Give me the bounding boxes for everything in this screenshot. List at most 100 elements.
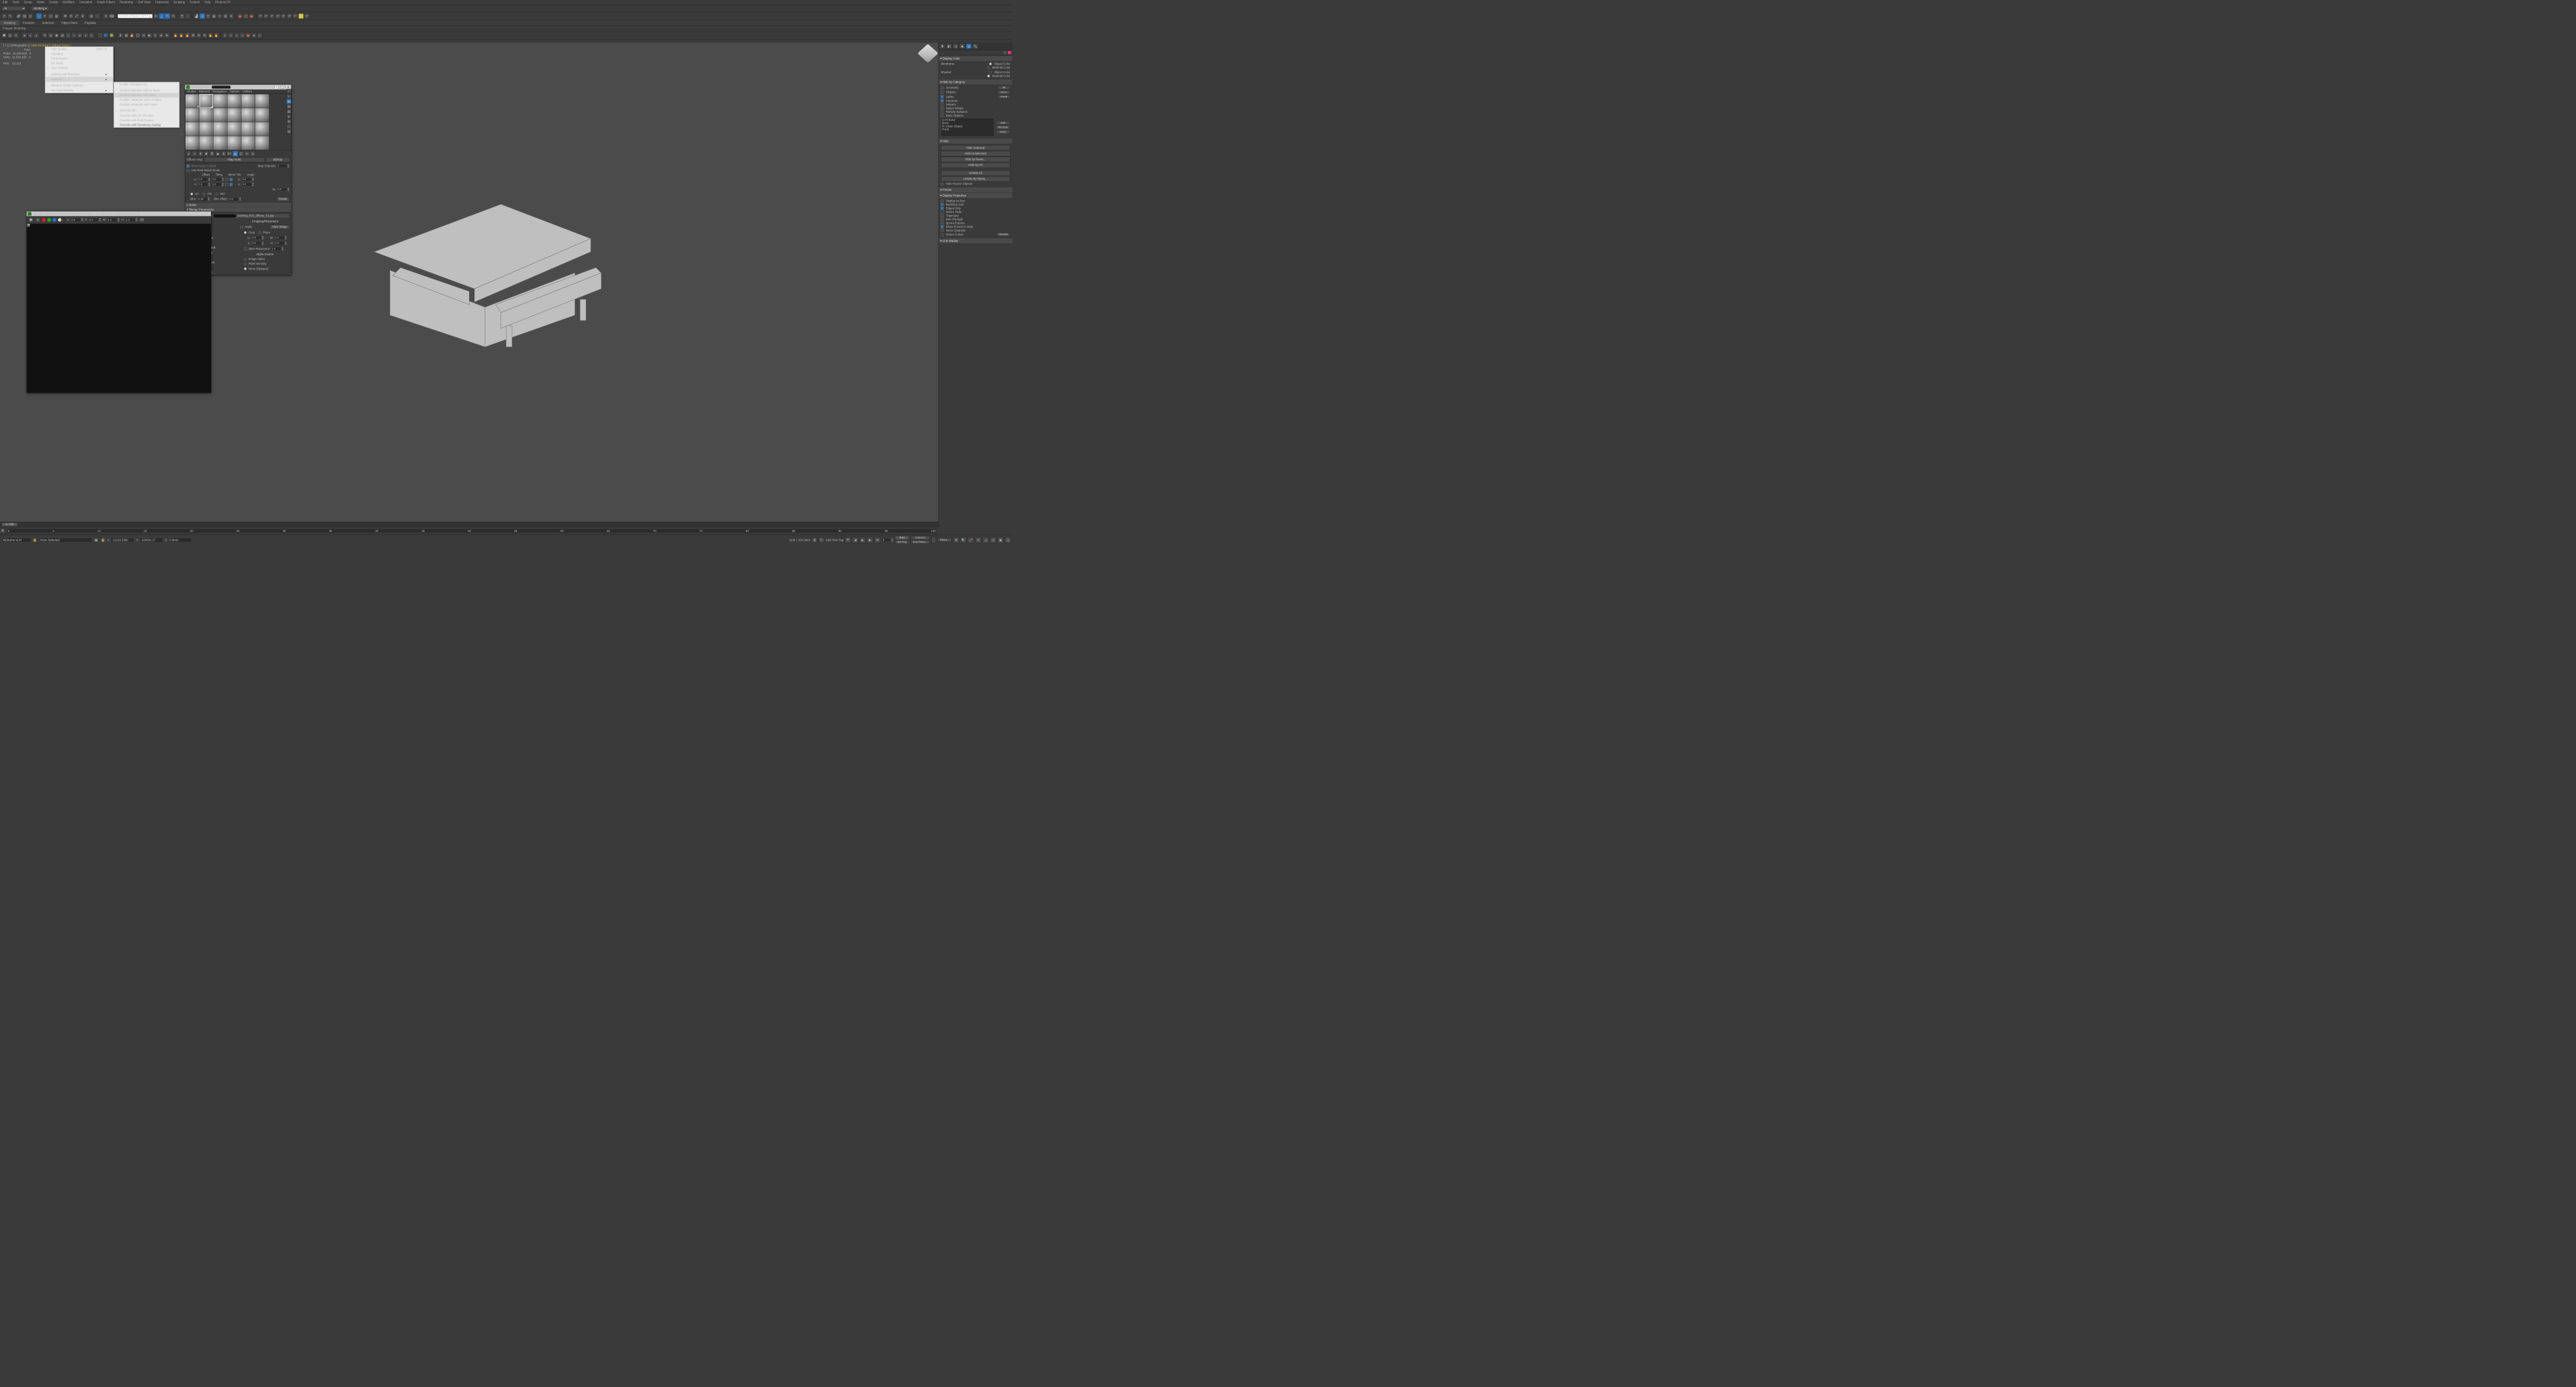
- menu-item-dx-mode[interactable]: DX Mode: [45, 61, 113, 66]
- me-menu-material[interactable]: Material: [199, 90, 209, 93]
- ribbon-tab-selection[interactable]: Selection: [38, 20, 58, 26]
- menu-item-standard[interactable]: Standard: [45, 52, 113, 56]
- go-forward-icon[interactable]: ➔: [250, 151, 255, 156]
- options-icon[interactable]: ⚙: [286, 119, 291, 124]
- menu-customize[interactable]: Customize: [155, 1, 169, 4]
- menu-graph-editors[interactable]: Graph Editors: [97, 1, 115, 4]
- tool2-41[interactable]: ◐: [222, 33, 228, 38]
- tool2-11[interactable]: ◍: [60, 33, 65, 38]
- material-slot-1[interactable]: [200, 94, 213, 107]
- angle-snap-icon[interactable]: ∠: [159, 13, 165, 19]
- zoom-all-icon[interactable]: ⊡: [990, 537, 996, 543]
- tool2-36[interactable]: ⟲: [196, 33, 202, 38]
- time-slider[interactable]: 0 / 100: [0, 522, 939, 527]
- menu-item-user-defined[interactable]: ✓User Defined: [45, 66, 113, 71]
- tool2-18[interactable]: ⚫: [97, 33, 103, 38]
- uv-radio[interactable]: [190, 193, 193, 195]
- material-slot-11[interactable]: [255, 108, 269, 122]
- select-region-icon[interactable]: ◫: [48, 13, 54, 19]
- lock-icon[interactable]: 🔒: [32, 537, 38, 543]
- add-time-tag-icon[interactable]: 🏷: [819, 537, 824, 543]
- fov-icon[interactable]: ◿: [983, 537, 989, 543]
- mtl-map-nav-icon[interactable]: ⊞: [286, 129, 291, 134]
- ribbon-tab-modeling[interactable]: Modeling: [0, 20, 19, 26]
- show-map-on-back[interactable]: [187, 165, 189, 167]
- key-filters-button[interactable]: Key Filters...: [910, 540, 930, 544]
- map-type-button[interactable]: Bitmap: [266, 157, 290, 162]
- goto-end-button[interactable]: ⏭: [875, 537, 881, 543]
- tool2-5[interactable]: ◐: [28, 33, 33, 38]
- selection-level-dd[interactable]: All: [2, 6, 26, 11]
- menu-item-override-with-uv-checker[interactable]: Override with UV Checker: [114, 114, 179, 118]
- zoom-extents-icon[interactable]: ⤢: [968, 537, 974, 543]
- rotate-button[interactable]: Rotate: [276, 197, 290, 202]
- show-end-icon[interactable]: ⊡: [239, 151, 244, 156]
- rendered-frame-icon[interactable]: ▢: [243, 13, 249, 19]
- material-slot-3[interactable]: [227, 94, 241, 107]
- menu-item-viewport-global-settings[interactable]: Viewport Global Settings: [45, 83, 113, 88]
- make-copy-icon[interactable]: ⎘: [210, 151, 215, 156]
- timeline-config-icon[interactable]: ⚙: [0, 528, 5, 533]
- tool2-14[interactable]: ◕: [77, 33, 83, 38]
- hierarchy-tab[interactable]: ⇲: [953, 44, 959, 49]
- material-slot-12[interactable]: [185, 122, 199, 136]
- sample-type-icon[interactable]: ○: [286, 89, 291, 93]
- me-menu-navigation[interactable]: Navigation: [212, 90, 226, 93]
- x8-icon[interactable]: x⁸: [298, 13, 304, 19]
- bind-icon[interactable]: ⊙: [28, 13, 33, 19]
- material-slot-22[interactable]: [241, 136, 255, 150]
- tool2-6[interactable]: ◑: [34, 33, 39, 38]
- tool2-15[interactable]: ◖: [83, 33, 88, 38]
- render-prod-icon[interactable]: 🫖: [249, 13, 255, 19]
- hide-unselected-button[interactable]: Hide Unselected: [941, 151, 1010, 156]
- alpha-channel[interactable]: [58, 218, 62, 222]
- apply-crop[interactable]: [241, 226, 243, 228]
- main-menu[interactable]: EditToolsGroupViewsCreateModifiersAnimat…: [0, 0, 1013, 5]
- crop-toolbar[interactable]: 🖶 ✕ U▴▾ V▴▾ W▴▾ H▴▾ UV: [27, 216, 211, 224]
- min-toggle-icon[interactable]: ◲: [1005, 537, 1011, 543]
- modify-tab[interactable]: ◧: [946, 44, 952, 49]
- tool2-30[interactable]: ⏺: [164, 33, 169, 38]
- make-preview-icon[interactable]: ▸: [286, 114, 291, 119]
- go-parent-icon[interactable]: ⬑: [245, 151, 250, 156]
- menu-views[interactable]: Views: [37, 1, 44, 4]
- zoom-icon[interactable]: 🔍: [961, 537, 967, 543]
- tool2-27[interactable]: ▶: [147, 33, 153, 38]
- crop-image[interactable]: [27, 224, 211, 393]
- redo-icon[interactable]: ↷: [7, 13, 13, 19]
- material-slot-4[interactable]: [241, 94, 255, 107]
- reset-map-icon[interactable]: ✖: [204, 151, 209, 156]
- menu-item-high-quality[interactable]: High QualityShift+F3: [45, 47, 113, 52]
- bitmap-path[interactable]: x_building_003_diffuse_01.jpg: [198, 214, 290, 218]
- display-color-rollup[interactable]: Display Color: [939, 56, 1013, 60]
- select-manip-icon[interactable]: ✦: [103, 13, 109, 19]
- viewcube[interactable]: [917, 44, 938, 62]
- spinner-snap-icon[interactable]: ⟲: [171, 13, 176, 19]
- tool2-2[interactable]: ≡: [13, 33, 19, 38]
- me-menu-modes[interactable]: Modes: [187, 90, 196, 93]
- tool2-13[interactable]: ◔: [71, 33, 77, 38]
- minimize-button[interactable]: –: [274, 85, 278, 89]
- tool2-34[interactable]: 🔥: [185, 33, 190, 38]
- freeze-rollup[interactable]: Freeze: [939, 187, 1013, 192]
- material-slot-10[interactable]: [241, 108, 255, 122]
- blue-channel[interactable]: [52, 218, 56, 222]
- x7-icon[interactable]: x⁷: [292, 13, 298, 19]
- add-category-list[interactable]: CAT BoneBoneIK Chain ObjectPoint: [941, 118, 994, 136]
- material-slot-14[interactable]: [214, 122, 227, 136]
- tool2-12[interactable]: ○: [65, 33, 71, 38]
- align-icon[interactable]: ≣: [200, 13, 205, 19]
- material-slot-9[interactable]: [227, 108, 241, 122]
- tool2-0[interactable]: ⬣: [1, 33, 7, 38]
- menu-item-override-off[interactable]: ✓Override Off: [114, 109, 179, 114]
- tool2-43[interactable]: ◒: [234, 33, 239, 38]
- use-real-world[interactable]: [187, 169, 189, 172]
- tool2-16[interactable]: ◗: [89, 33, 94, 38]
- hide-by-category-rollup[interactable]: Hide by Category: [939, 79, 1013, 84]
- materials-submenu[interactable]: Enable TransparencyShaded Materials with…: [114, 82, 179, 128]
- create-sel-set[interactable]: [185, 13, 190, 19]
- backlight-icon[interactable]: ◐: [286, 94, 291, 99]
- command-panel[interactable]: ✚ ◧ ⇲ ◉ ▤ 🔧 Display Color Wireframe:Obje…: [939, 43, 1013, 527]
- setkey-button[interactable]: Set Key: [895, 540, 909, 544]
- shading-menu[interactable]: High QualityShift+F3StandardPerformanceD…: [45, 46, 114, 93]
